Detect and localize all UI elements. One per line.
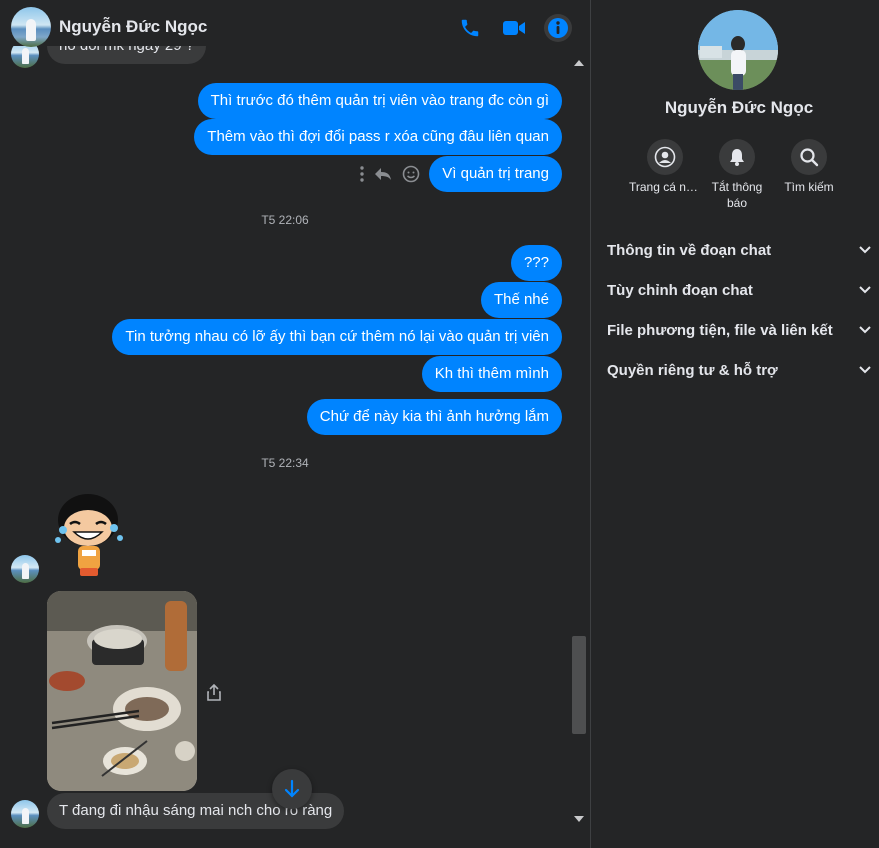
section-chat-info[interactable]: Thông tin về đoạn chat [607, 230, 871, 270]
chevron-down-icon [859, 366, 871, 374]
conversation-info-panel: Nguyễn Đức Ngọc Trang cá nhân Tắt thông … [591, 0, 879, 848]
contact-name[interactable]: Nguyễn Đức Ngọc [59, 17, 207, 37]
shared-photo[interactable] [47, 591, 197, 791]
section-customize-chat[interactable]: Tùy chỉnh đoạn chat [607, 270, 871, 310]
profile-icon [647, 139, 683, 175]
mute-label: Tắt thông báo [711, 180, 763, 210]
message-outgoing[interactable]: Thêm vào thì đợi đổi pass r xóa cũng đâu… [194, 119, 562, 155]
contact-avatar[interactable] [11, 555, 39, 583]
contact-name: Nguyễn Đức Ngọc [664, 98, 814, 117]
chat-panel: nó đổi mk ngày 29 ? Thì trước đó thêm qu… [0, 0, 590, 848]
contact-avatar[interactable] [11, 7, 51, 47]
arrow-down-icon [284, 779, 300, 798]
timestamp: T5 22:34 [261, 456, 309, 470]
section-label: Tùy chỉnh đoạn chat [607, 281, 753, 299]
section-label: Thông tin về đoạn chat [607, 241, 772, 259]
chevron-down-icon [859, 246, 871, 254]
video-camera-icon[interactable] [500, 14, 528, 42]
contact-avatar[interactable] [11, 800, 39, 828]
contact-avatar-large[interactable] [698, 10, 778, 90]
profile-label: Trang cá nhân [629, 180, 701, 194]
timestamp: T5 22:06 [261, 213, 309, 227]
more-options-icon[interactable] [360, 166, 364, 187]
jump-to-latest-button[interactable] [272, 769, 312, 809]
message-outgoing[interactable]: ??? [510, 245, 562, 281]
scrollbar-thumb[interactable] [572, 636, 586, 734]
search-label: Tìm kiếm [784, 180, 834, 194]
react-emoji-icon[interactable] [402, 165, 420, 188]
message-outgoing[interactable]: Tin tưởng nhau có lỡ ấy thì bạn cứ thêm … [112, 319, 562, 355]
message-outgoing[interactable]: Thì trước đó thêm quản trị viên vào tran… [197, 83, 562, 119]
phone-icon[interactable] [456, 14, 484, 42]
scroll-down-arrow-icon[interactable] [574, 816, 584, 822]
sticker-image[interactable] [48, 490, 132, 582]
section-media-files-links[interactable]: File phương tiện, file và liên kết [607, 310, 871, 350]
section-label: File phương tiện, file và liên kết [607, 321, 833, 339]
search-icon [791, 139, 827, 175]
chat-header: Nguyễn Đức Ngọc [0, 0, 590, 56]
mute-button[interactable]: Tắt thông báo [701, 139, 773, 211]
share-icon[interactable] [206, 683, 222, 707]
section-privacy-support[interactable]: Quyền riêng tư & hỗ trợ [607, 350, 871, 390]
message-outgoing[interactable]: Vì quản trị trang [429, 156, 562, 192]
message-outgoing[interactable]: Kh thì thêm mình [421, 356, 562, 392]
message-outgoing[interactable]: Thế nhé [480, 282, 562, 318]
message-actions [360, 165, 420, 188]
profile-button[interactable]: Trang cá nhân [629, 139, 701, 195]
scroll-up-arrow-icon[interactable] [574, 60, 584, 66]
message-outgoing[interactable]: Chứ để này kia thì ảnh hưởng lắm [306, 399, 562, 435]
message-list[interactable]: nó đổi mk ngày 29 ? Thì trước đó thêm qu… [0, 46, 570, 848]
search-button[interactable]: Tìm kiếm [773, 139, 845, 195]
chevron-down-icon [859, 326, 871, 334]
reply-icon[interactable] [374, 166, 392, 187]
chevron-down-icon [859, 286, 871, 294]
info-icon[interactable] [544, 14, 572, 42]
bell-icon [719, 139, 755, 175]
section-label: Quyền riêng tư & hỗ trợ [607, 361, 778, 379]
